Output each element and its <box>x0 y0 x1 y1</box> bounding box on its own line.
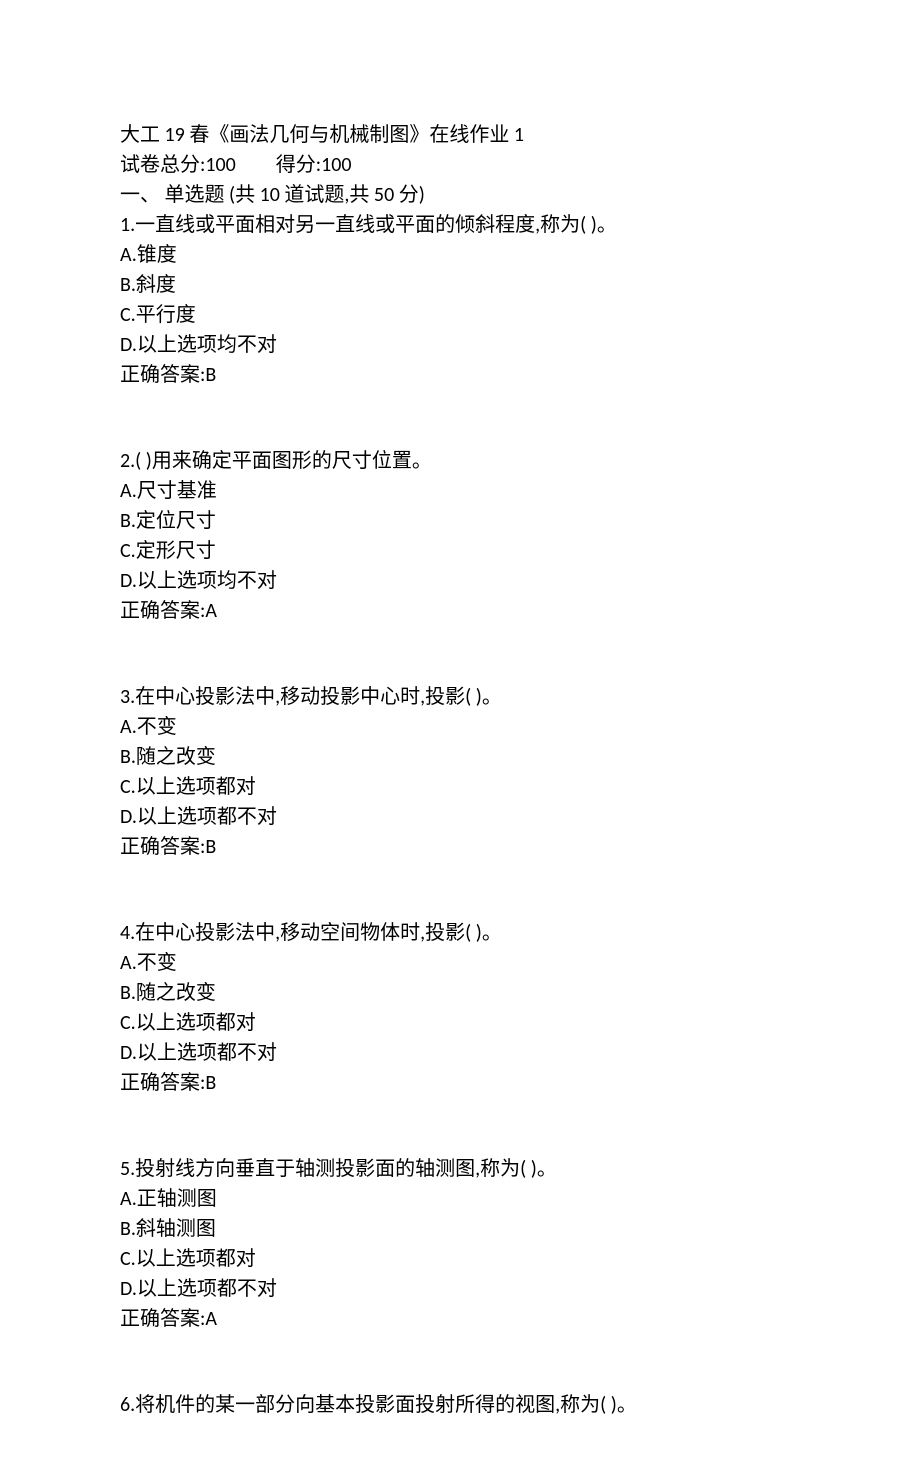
question-option: C.以上选项都对 <box>120 1244 800 1274</box>
question-option: D.以上选项都不对 <box>120 1038 800 1068</box>
question-option: A.正轴测图 <box>120 1184 800 1214</box>
score-line: 试卷总分:100得分:100 <box>120 150 800 180</box>
spacer <box>120 862 800 918</box>
spacer <box>120 626 800 682</box>
question-stem: 5.投射线方向垂直于轴测投影面的轴测图,称为( )。 <box>120 1154 800 1184</box>
question-option: D.以上选项均不对 <box>120 330 800 360</box>
question-answer: 正确答案:B <box>120 360 800 390</box>
question-option: D.以上选项都不对 <box>120 802 800 832</box>
question-option: C.以上选项都对 <box>120 1008 800 1038</box>
question-answer: 正确答案:A <box>120 1304 800 1334</box>
question-option: B.随之改变 <box>120 978 800 1008</box>
question-option: D.以上选项都不对 <box>120 1274 800 1304</box>
question-option: C.定形尺寸 <box>120 536 800 566</box>
document-page: 大工 19 春《画法几何与机械制图》在线作业 1 试卷总分:100得分:100 … <box>0 0 920 1480</box>
spacer <box>120 1334 800 1390</box>
question-option: D.以上选项均不对 <box>120 566 800 596</box>
question-option: C.平行度 <box>120 300 800 330</box>
spacer <box>120 390 800 446</box>
total-score-label: 试卷总分: <box>120 153 205 177</box>
question-answer: 正确答案:B <box>120 832 800 862</box>
section-heading: 一、 单选题 (共 10 道试题,共 50 分) <box>120 180 800 210</box>
question-answer: 正确答案:B <box>120 1068 800 1098</box>
question-stem: 6.将机件的某一部分向基本投影面投射所得的视图,称为( )。 <box>120 1390 800 1420</box>
question-option: B.斜轴测图 <box>120 1214 800 1244</box>
total-score-value: 100 <box>205 153 235 177</box>
question-option: B.定位尺寸 <box>120 506 800 536</box>
exam-title: 大工 19 春《画法几何与机械制图》在线作业 1 <box>120 120 800 150</box>
earned-score-label: 得分: <box>276 153 321 177</box>
question-option: B.斜度 <box>120 270 800 300</box>
spacer <box>120 1098 800 1154</box>
question-option: A.不变 <box>120 948 800 978</box>
question-option: B.随之改变 <box>120 742 800 772</box>
question-stem: 4.在中心投影法中,移动空间物体时,投影( )。 <box>120 918 800 948</box>
question-option: A.尺寸基准 <box>120 476 800 506</box>
question-stem: 1.一直线或平面相对另一直线或平面的倾斜程度,称为( )。 <box>120 210 800 240</box>
question-stem: 2.( )用来确定平面图形的尺寸位置。 <box>120 446 800 476</box>
earned-score-value: 100 <box>321 153 351 177</box>
question-option: A.不变 <box>120 712 800 742</box>
question-option: A.锥度 <box>120 240 800 270</box>
question-stem: 3.在中心投影法中,移动投影中心时,投影( )。 <box>120 682 800 712</box>
question-answer: 正确答案:A <box>120 596 800 626</box>
question-option: C.以上选项都对 <box>120 772 800 802</box>
